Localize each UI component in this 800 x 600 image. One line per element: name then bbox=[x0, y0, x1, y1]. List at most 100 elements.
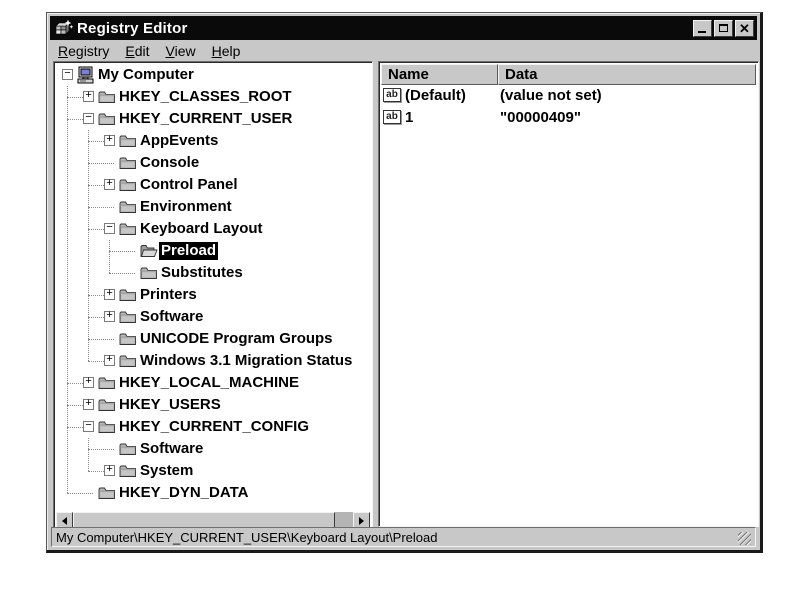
tree-item-label: Keyboard Layout bbox=[138, 220, 265, 238]
tree-item-software[interactable]: +Software bbox=[56, 306, 370, 328]
values-pane: Name Data ab (Default) (value not set) ab 1 "… bbox=[378, 61, 759, 527]
tree-item-hkey-current-user[interactable]: − HKEY_CURRENT_USER bbox=[56, 108, 370, 130]
tree-connector-line bbox=[88, 449, 114, 450]
tree-item-printers[interactable]: +Printers bbox=[56, 284, 370, 306]
tree-item-label: AppEvents bbox=[138, 132, 220, 150]
tree-connector-line bbox=[88, 229, 104, 230]
tree-connector-line bbox=[88, 361, 104, 362]
tree-connector-line bbox=[67, 97, 83, 98]
value-name: (Default) bbox=[405, 87, 466, 104]
menu-item-view[interactable]: View bbox=[158, 42, 204, 60]
close-button[interactable]: ✕ bbox=[735, 20, 754, 37]
tree-item-hkey-classes-root[interactable]: + HKEY_CLASSES_ROOT bbox=[56, 86, 370, 108]
menu-item-edit[interactable]: Edit bbox=[117, 42, 157, 60]
tree-connector-line bbox=[67, 119, 83, 120]
collapse-toggle-icon[interactable]: − bbox=[83, 421, 94, 432]
tree-item-label: HKEY_LOCAL_MACHINE bbox=[117, 374, 301, 392]
tree-item-unicode-program-groups[interactable]: UNICODE Program Groups bbox=[56, 328, 370, 350]
tree-item-label: HKEY_CLASSES_ROOT bbox=[117, 88, 294, 106]
tree-item-label: Environment bbox=[138, 198, 234, 216]
tree-item-substitutes[interactable]: Substitutes bbox=[56, 262, 370, 284]
expand-toggle-icon[interactable]: + bbox=[104, 289, 115, 300]
registry-editor-app-icon bbox=[55, 19, 73, 37]
folder-icon bbox=[98, 88, 116, 106]
status-path: My Computer\HKEY_CURRENT_USER\Keyboard L… bbox=[56, 530, 738, 545]
column-header-name[interactable]: Name bbox=[381, 64, 498, 85]
tree-item-environment[interactable]: Environment bbox=[56, 196, 370, 218]
collapse-toggle-icon[interactable]: − bbox=[62, 69, 73, 80]
tree-item-keyboard-layout[interactable]: − Keyboard Layout bbox=[56, 218, 370, 240]
list-header: Name Data bbox=[381, 64, 756, 85]
expand-toggle-icon[interactable]: + bbox=[104, 135, 115, 146]
arrow-left-icon bbox=[58, 517, 67, 525]
tree-item-hkey-current-config[interactable]: −HKEY_CURRENT_CONFIG bbox=[56, 416, 370, 438]
tree-item-my-computer[interactable]: − My Computer bbox=[56, 64, 370, 86]
tree-item-appevents[interactable]: + AppEvents bbox=[56, 130, 370, 152]
menu-item-registry[interactable]: Registry bbox=[50, 42, 117, 60]
folder-icon bbox=[98, 374, 116, 392]
tree-item-control-panel[interactable]: + Control Panel bbox=[56, 174, 370, 196]
expand-toggle-icon[interactable]: + bbox=[104, 179, 115, 190]
tree-item-label: My Computer bbox=[96, 66, 196, 84]
arrow-right-icon bbox=[359, 517, 368, 525]
collapse-toggle-icon[interactable]: − bbox=[104, 223, 115, 234]
folder-icon bbox=[98, 418, 116, 436]
string-value-icon: ab bbox=[383, 110, 401, 124]
column-header-data[interactable]: Data bbox=[498, 64, 756, 85]
tree-item-label: UNICODE Program Groups bbox=[138, 330, 335, 348]
resize-grip-icon[interactable] bbox=[738, 532, 751, 545]
expand-toggle-icon[interactable]: + bbox=[83, 377, 94, 388]
tree-connector-line bbox=[67, 493, 93, 494]
window-title: Registry Editor bbox=[77, 20, 691, 37]
tree-connector-line bbox=[67, 405, 83, 406]
tree-item-label: HKEY_DYN_DATA bbox=[117, 484, 250, 502]
tree-item-console[interactable]: Console bbox=[56, 152, 370, 174]
collapse-toggle-icon[interactable]: − bbox=[83, 113, 94, 124]
value-row-default[interactable]: ab(Default)(value not set) bbox=[381, 85, 756, 107]
folder-icon bbox=[119, 286, 137, 304]
tree-item-label: HKEY_CURRENT_USER bbox=[117, 110, 294, 128]
expand-toggle-icon[interactable]: + bbox=[104, 355, 115, 366]
value-row-1[interactable]: ab 1 "00000409" bbox=[381, 107, 756, 129]
expand-toggle-icon[interactable]: + bbox=[83, 399, 94, 410]
folder-icon bbox=[98, 110, 116, 128]
maximize-icon bbox=[719, 24, 728, 32]
tree-item-windows-3-1-migration-status[interactable]: + Windows 3.1 Migration Status bbox=[56, 350, 370, 372]
tree-item-label: Substitutes bbox=[159, 264, 245, 282]
page-background: Registry Editor ✕ RegistryEditViewHelp −… bbox=[0, 0, 800, 600]
computer-icon bbox=[77, 66, 95, 84]
maximize-button[interactable] bbox=[714, 20, 733, 37]
minimize-button[interactable] bbox=[693, 20, 712, 37]
folder-icon bbox=[119, 462, 137, 480]
tree-connector-line bbox=[67, 427, 83, 428]
value-name: 1 bbox=[405, 109, 413, 126]
expand-toggle-icon[interactable]: + bbox=[83, 91, 94, 102]
tree-item-label: HKEY_USERS bbox=[117, 396, 223, 414]
folder-icon bbox=[119, 176, 137, 194]
tree-item-software[interactable]: Software bbox=[56, 438, 370, 460]
title-bar[interactable]: Registry Editor ✕ bbox=[50, 16, 757, 40]
expand-toggle-icon[interactable]: + bbox=[104, 465, 115, 476]
tree-item-hkey-dyn-data[interactable]: HKEY_DYN_DATA bbox=[56, 482, 370, 504]
tree-connector-line bbox=[88, 207, 114, 208]
registry-tree-pane: −My Computer+HKEY_CLASSES_ROOT−HKEY_CURR… bbox=[53, 61, 373, 532]
folder-icon bbox=[98, 484, 116, 502]
menu-item-help[interactable]: Help bbox=[204, 42, 249, 60]
folder-icon bbox=[119, 132, 137, 150]
value-data: (value not set) bbox=[500, 87, 602, 104]
tree-connector-line bbox=[88, 295, 104, 296]
folder-open-icon bbox=[140, 242, 158, 260]
menu-bar: RegistryEditViewHelp bbox=[50, 41, 757, 61]
tree-item-label: Control Panel bbox=[138, 176, 240, 194]
value-data: "00000409" bbox=[500, 109, 581, 126]
tree-item-label: Windows 3.1 Migration Status bbox=[138, 352, 354, 370]
tree-item-hkey-local-machine[interactable]: + HKEY_LOCAL_MACHINE bbox=[56, 372, 370, 394]
tree-item-preload[interactable]: Preload bbox=[56, 240, 370, 262]
registry-editor-window: Registry Editor ✕ RegistryEditViewHelp −… bbox=[46, 12, 763, 553]
tree-connector-line bbox=[88, 163, 114, 164]
folder-icon bbox=[119, 154, 137, 172]
tree-item-hkey-users[interactable]: + HKEY_USERS bbox=[56, 394, 370, 416]
expand-toggle-icon[interactable]: + bbox=[104, 311, 115, 322]
tree-item-system[interactable]: +System bbox=[56, 460, 370, 482]
minimize-icon bbox=[698, 31, 706, 33]
